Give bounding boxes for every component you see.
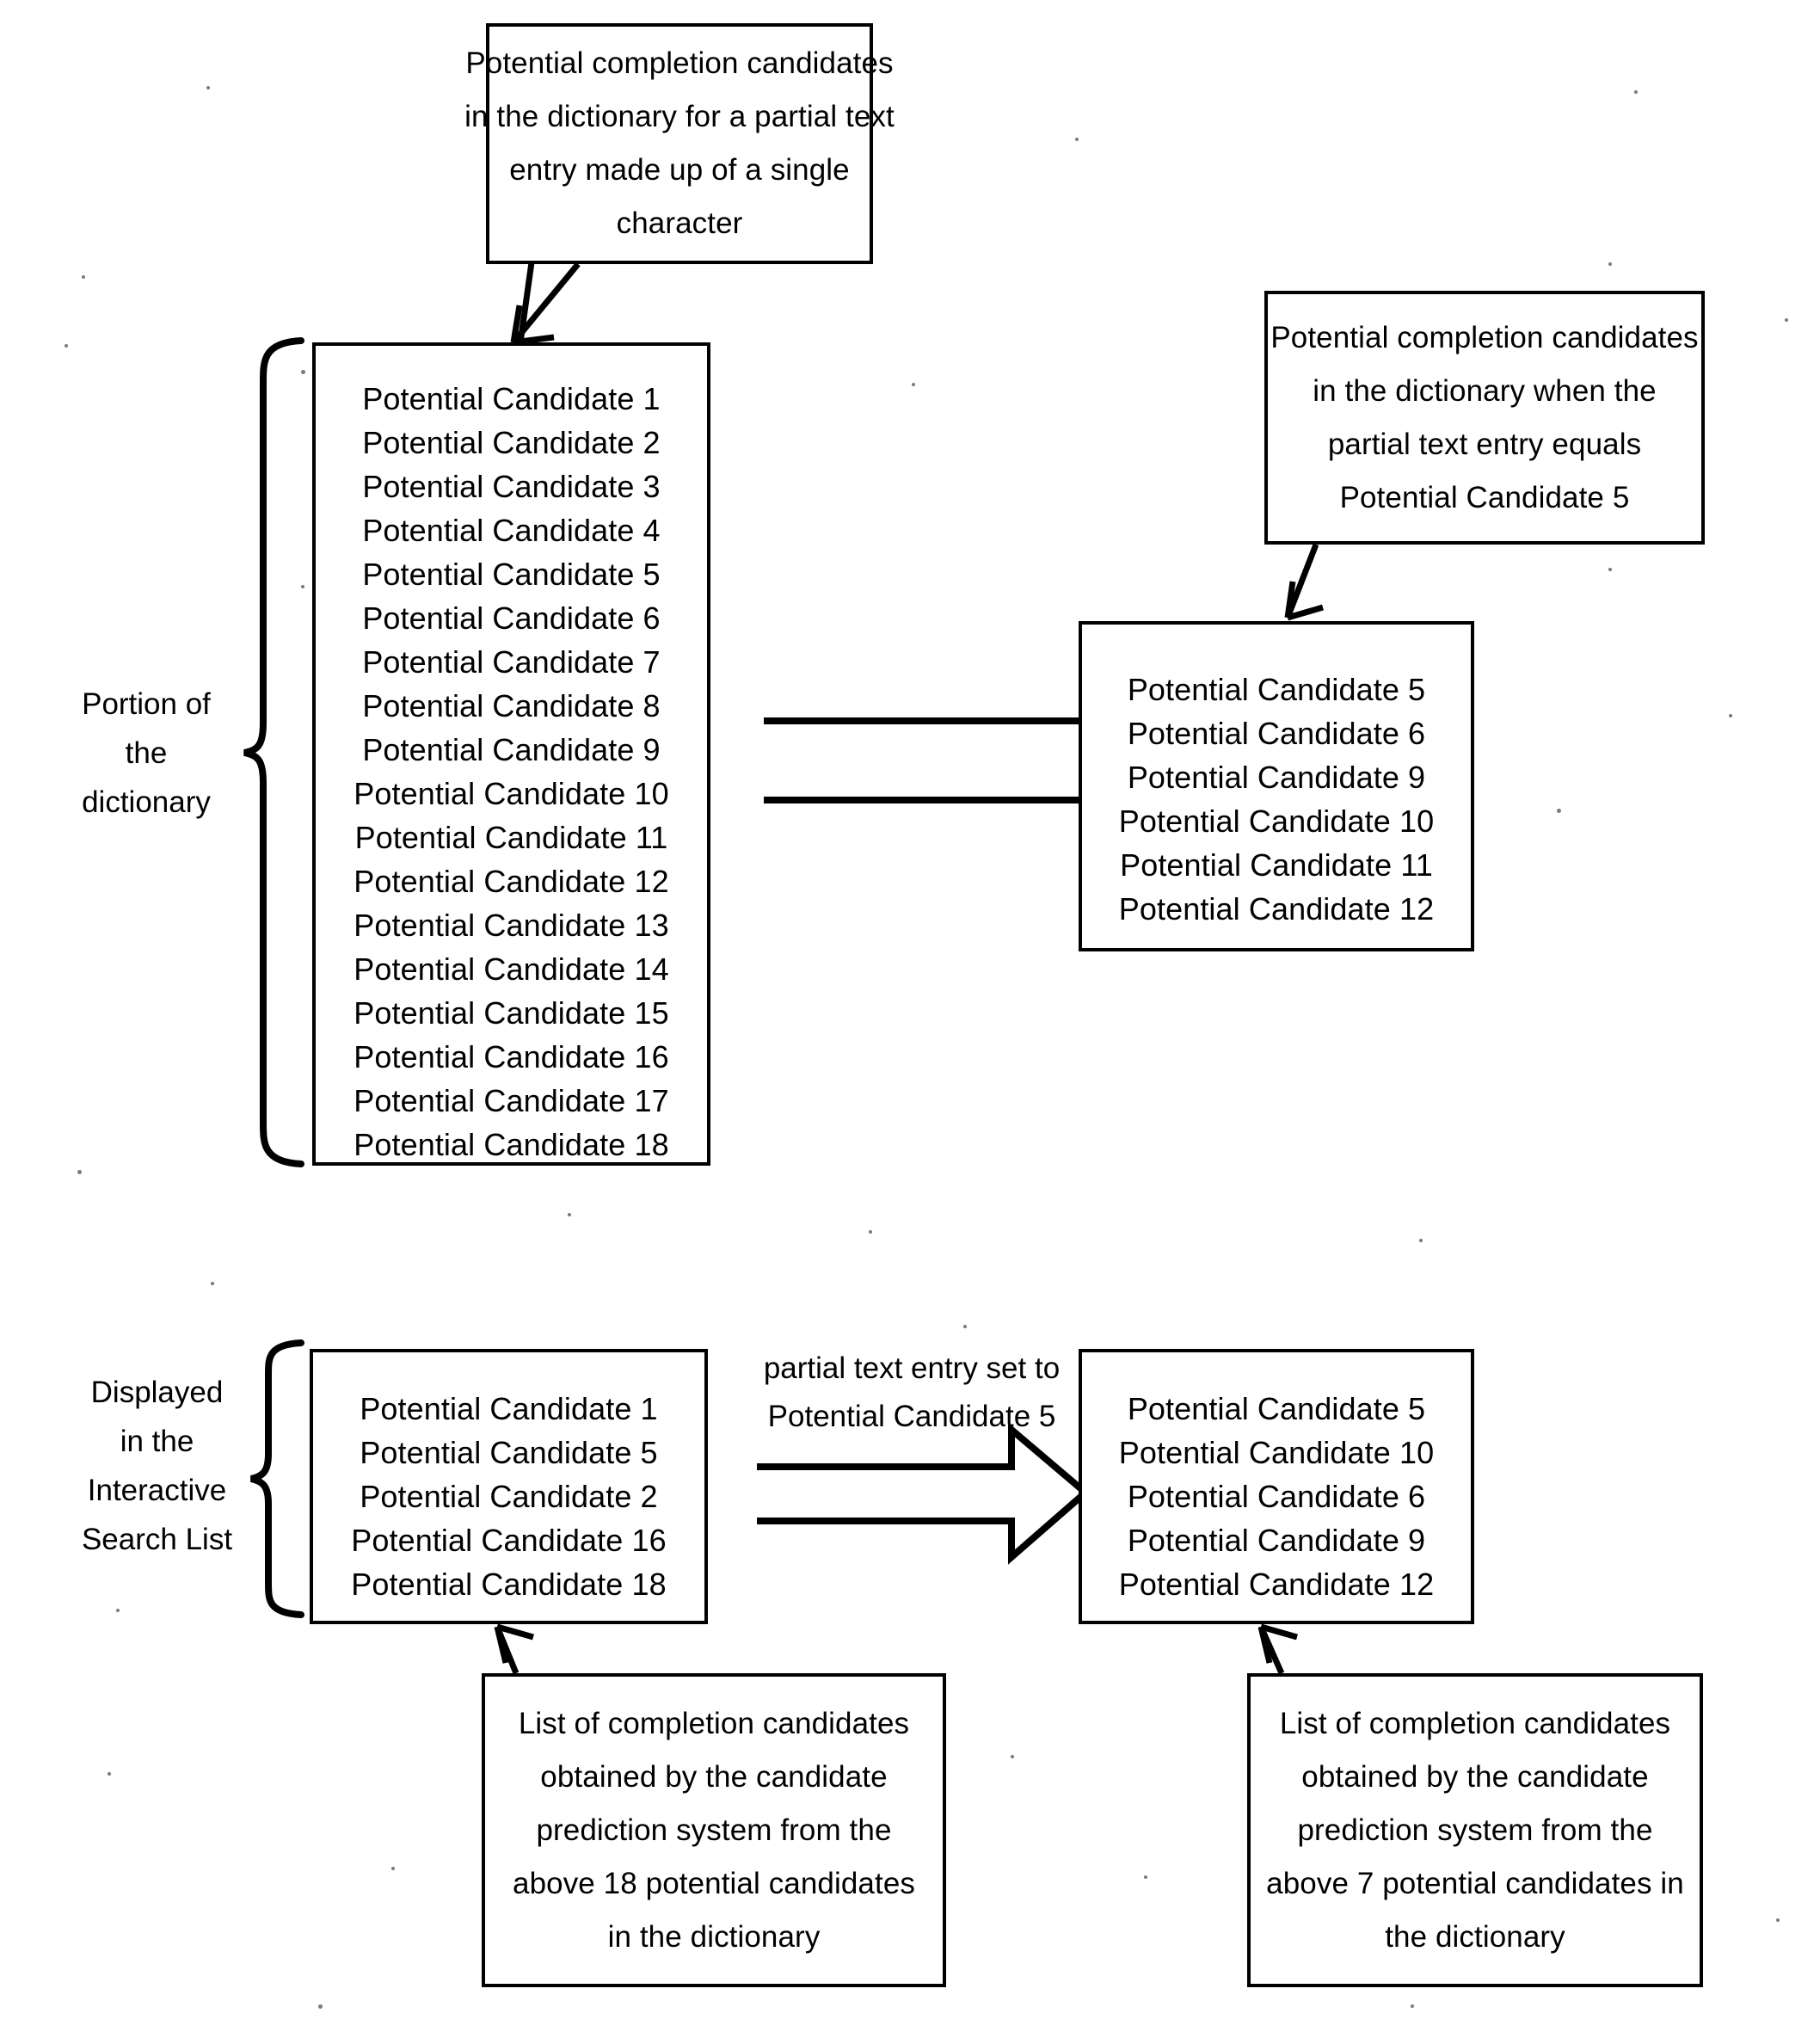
right-caption-line-3: partial text entry equals [1327,427,1642,461]
right-caption-box: Potential completion candidates in the d… [1264,291,1705,545]
list-item: Potential Candidate 6 [362,600,661,636]
dictionary-label-line-1: Portion of [82,687,211,721]
top-caption-line-3: entry made up of a single [509,153,850,187]
list-item: Potential Candidate 8 [362,688,661,723]
list-item: Potential Candidate 11 [1120,847,1433,883]
list-item: Potential Candidate 5 [362,557,661,592]
filtered-candidates-box: Potential Candidate 5 Potential Candidat… [1079,621,1474,951]
bottom-left-caption-box: List of completion candidates obtained b… [482,1673,946,1987]
list-item: Potential Candidate 10 [354,776,669,811]
list-item: Potential Candidate 15 [354,995,669,1031]
list-item: Potential Candidate 7 [362,644,661,680]
list-item: Potential Candidate 6 [1127,1479,1426,1514]
bottom-left-caption-line-5: in the dictionary [607,1919,821,1954]
bottom-left-caption-line-4: above 18 potential candidates [513,1866,915,1900]
list-item: Potential Candidate 3 [362,469,661,504]
transition-label: partial text entry set to Potential Cand… [740,1345,1084,1441]
brace-dictionary [243,337,304,1167]
search-list-label-line-2: in the [120,1425,194,1458]
list-item: Potential Candidate 18 [351,1567,667,1602]
bottom-left-caption-line-2: obtained by the candidate [540,1759,888,1794]
list-item: Potential Candidate 2 [362,425,661,460]
search-list-result-box: Potential Candidate 5 Potential Candidat… [1079,1349,1474,1624]
list-item: Potential Candidate 12 [1118,1567,1435,1602]
bottom-left-caption-line-3: prediction system from the [536,1813,892,1847]
list-item: Potential Candidate 16 [351,1523,667,1558]
bottom-right-caption-line-3: prediction system from the [1297,1813,1653,1847]
arrow-right-caption-to-filtered [1284,543,1324,621]
arrow-top-caption-to-dictionary [517,262,535,343]
list-item: Potential Candidate 14 [354,951,669,987]
transition-label-line-1: partial text entry set to [763,1351,1061,1385]
list-item: Potential Candidate 5 [1127,672,1426,707]
list-item: Potential Candidate 5 [360,1435,658,1470]
list-item: Potential Candidate 11 [354,820,668,855]
list-item: Potential Candidate 5 [1127,1391,1426,1426]
list-item: Potential Candidate 1 [360,1391,658,1426]
dictionary-label-line-2: the [125,736,168,770]
list-item: Potential Candidate 13 [354,908,669,943]
right-caption-line-2: in the dictionary when the [1313,373,1657,408]
bottom-left-caption-line-1: List of completion candidates [518,1706,910,1740]
arrow-bottom-right-caption-to-result [1257,1623,1298,1675]
bottom-right-caption-box: List of completion candidates obtained b… [1247,1673,1703,1987]
list-item: Potential Candidate 16 [354,1039,669,1074]
top-caption-line-4: character [616,206,743,240]
block-arrow-lower [757,1422,1091,1565]
search-list-box: Potential Candidate 1 Potential Candidat… [310,1349,708,1624]
search-list-label: Displayed in the Interactive Search List [65,1368,249,1564]
dictionary-label: Portion of the dictionary [52,680,241,827]
brace-search-list [250,1339,304,1618]
list-item: Potential Candidate 17 [354,1083,669,1118]
top-caption-box: Potential completion candidates in the d… [464,23,895,264]
list-item: Potential Candidate 6 [1127,716,1426,751]
bottom-right-caption-line-5: the dictionary [1385,1919,1565,1954]
search-list-label-line-3: Interactive [87,1474,227,1507]
top-caption-line-1: Potential completion candidates [465,46,894,80]
dictionary-box: Potential Candidate 1 Potential Candidat… [312,342,710,1166]
bottom-right-caption-line-2: obtained by the candidate [1301,1759,1649,1794]
dictionary-label-line-3: dictionary [82,785,211,819]
right-caption-line-1: Potential completion candidates [1270,320,1699,354]
bottom-right-caption-line-4: above 7 potential candidates in [1266,1866,1684,1900]
arrow-top-caption-to-dictionary-shaft [510,262,581,346]
list-item: Potential Candidate 9 [362,732,661,767]
list-item: Potential Candidate 2 [360,1479,658,1514]
list-item: Potential Candidate 18 [354,1127,669,1162]
search-list-label-line-1: Displayed [90,1376,224,1409]
bottom-right-caption-line-1: List of completion candidates [1279,1706,1671,1740]
search-list-label-line-4: Search List [81,1523,233,1556]
list-item: Potential Candidate 1 [362,381,661,416]
list-item: Potential Candidate 12 [1118,891,1435,927]
list-item: Potential Candidate 10 [1118,803,1435,839]
transition-label-line-2: Potential Candidate 5 [767,1400,1056,1433]
patent-figure-canvas: Potential completion candidates in the d… [0,0,1820,2044]
arrow-bottom-left-caption-to-search-list [494,1623,534,1675]
list-item: Potential Candidate 12 [354,864,669,899]
list-item: Potential Candidate 4 [362,513,661,548]
list-item: Potential Candidate 10 [1118,1435,1435,1470]
top-caption-line-2: in the dictionary for a partial text [464,100,895,133]
list-item: Potential Candidate 9 [1127,760,1426,795]
right-caption-line-4: Potential Candidate 5 [1339,480,1630,514]
list-item: Potential Candidate 9 [1127,1523,1426,1558]
